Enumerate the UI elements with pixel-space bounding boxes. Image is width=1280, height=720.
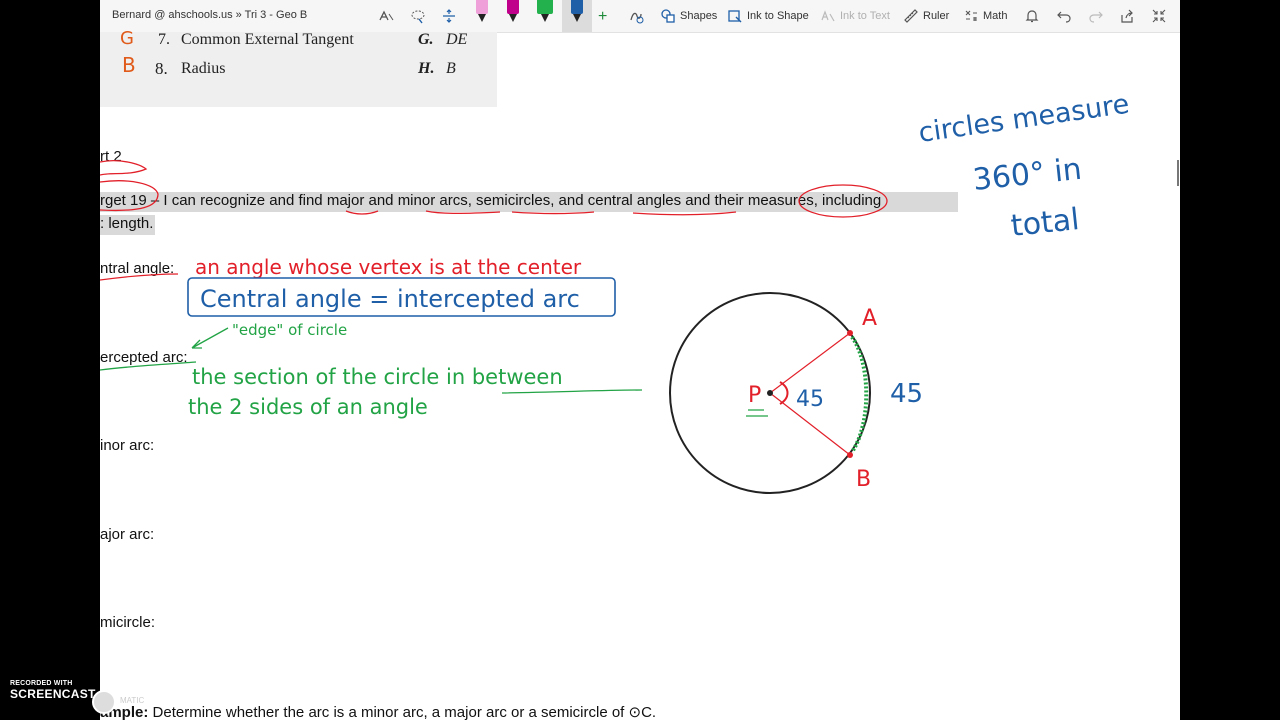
edge-arrow-ink xyxy=(191,327,229,349)
note-line1-ink: circles measure xyxy=(917,89,1131,149)
watermark-recorded-label: RECORDED WITH xyxy=(10,680,73,687)
label-p: P xyxy=(748,383,761,408)
example-line: ample: Determine whether the arc is a mi… xyxy=(100,703,656,720)
target-text-continued: : length. xyxy=(100,215,154,232)
redo-icon[interactable] xyxy=(1088,8,1104,24)
pen-blue[interactable] xyxy=(569,0,585,26)
bell-icon[interactable] xyxy=(1024,8,1040,24)
screencast-logo-icon xyxy=(92,690,116,714)
watermark-matic: MATIC xyxy=(120,696,145,705)
notebook-breadcrumb[interactable]: Bernard @ ahschools.us » Tri 3 - Geo B xyxy=(112,9,307,21)
ink-layer: an angle whose vertex is at the center C… xyxy=(100,89,1131,494)
math-label: Math xyxy=(983,10,1008,22)
question-8-term: Radius xyxy=(181,60,226,77)
intercepted-definition-line2-ink: the 2 sides of an angle xyxy=(188,395,428,419)
option-h-text: B xyxy=(446,60,456,77)
radius-pb xyxy=(769,392,851,456)
intercepted-arc-label: ercepted arc: xyxy=(100,349,188,366)
add-space-icon[interactable] xyxy=(441,8,457,24)
scanned-worksheet-image: G 7. Common External Tangent G. DE B 8. … xyxy=(100,28,497,107)
ink-to-shape-icon xyxy=(728,10,742,23)
ink-replay-icon[interactable] xyxy=(628,8,644,24)
undo-icon[interactable] xyxy=(1056,8,1072,24)
label-a: A xyxy=(862,306,877,331)
answer-7: G xyxy=(120,28,134,49)
in-between-underline-ink xyxy=(501,389,643,394)
pen-magenta[interactable] xyxy=(505,0,521,26)
math-button[interactable]: Math xyxy=(963,8,1007,24)
ruler-label: Ruler xyxy=(923,10,950,22)
arc-measure-ink: 45 xyxy=(890,379,923,409)
label-b: B xyxy=(856,467,871,492)
share-icon[interactable] xyxy=(1119,8,1135,24)
intercepted-arc-highlight-ink xyxy=(850,335,869,454)
target-line: rget 19 – I can recognize and find major… xyxy=(100,192,958,212)
center-point-p xyxy=(767,390,773,396)
collapse-icon[interactable] xyxy=(1151,8,1167,24)
target-text: – I can recognize and find major and min… xyxy=(146,192,882,209)
intercepted-definition-line1-ink: the section of the circle in between xyxy=(192,365,563,389)
formula-ink: Central angle = intercepted arc xyxy=(200,285,580,313)
note-line3-ink: total xyxy=(1009,202,1081,244)
note-line2-ink: 360° in xyxy=(971,152,1083,198)
ink-to-text-button[interactable]: Ink to Text xyxy=(820,8,890,24)
minor-arc-label: inor arc: xyxy=(100,437,155,454)
example-text: Determine whether the arc is a minor arc… xyxy=(148,704,657,720)
semicircle-label: micircle: xyxy=(100,614,155,631)
math-icon xyxy=(965,10,977,21)
vertical-scrollbar-thumb[interactable] xyxy=(1177,160,1179,186)
ink-to-shape-button[interactable]: Ink to Shape xyxy=(727,8,809,24)
formula-box-ink xyxy=(187,277,616,317)
target-prefix: rget 19 xyxy=(100,192,147,209)
question-7-number: 7. xyxy=(158,31,170,48)
point-b xyxy=(847,452,853,458)
edge-of-circle-ink: "edge" of circle xyxy=(232,321,347,339)
angle-arc-ink xyxy=(779,381,789,405)
add-pen-icon[interactable]: + xyxy=(598,8,607,26)
central-angles-underline-ink xyxy=(632,211,737,216)
circle-diagram xyxy=(669,292,871,494)
option-g-text: DE xyxy=(446,31,468,48)
onenote-window: Bernard @ ahschools.us » Tri 3 - Geo B +… xyxy=(100,0,1180,720)
lasso-select-icon[interactable] xyxy=(410,8,426,24)
shapes-button[interactable]: Shapes xyxy=(660,8,717,24)
central-angle-label: ntral angle: xyxy=(100,260,175,277)
question-8-number: 8. xyxy=(155,59,168,78)
shapes-icon xyxy=(661,9,675,23)
draw-toolbar: Bernard @ ahschools.us » Tri 3 - Geo B +… xyxy=(100,0,1180,33)
shapes-label: Shapes xyxy=(680,10,718,22)
page-canvas[interactable]: G 7. Common External Tangent G. DE B 8. … xyxy=(100,28,1180,720)
angle-measure-ink: 45 xyxy=(796,387,824,412)
semicircles-underline-ink xyxy=(511,211,595,215)
screencast-watermark: RECORDED WITH SCREENCAST MATIC xyxy=(10,680,144,714)
ruler-icon xyxy=(904,9,918,23)
option-g-letter: G. xyxy=(418,31,434,48)
central-angle-definition-ink: an angle whose vertex is at the center xyxy=(195,255,582,279)
point-a xyxy=(847,330,853,336)
ruler-button[interactable]: Ruler xyxy=(903,8,949,24)
watermark-brand: SCREENCAST xyxy=(10,687,96,701)
question-7-term: Common External Tangent xyxy=(181,31,354,48)
major-arc-label: ajor arc: xyxy=(100,526,155,543)
p-double-underline-ink xyxy=(746,409,768,417)
target-line-2: : length. xyxy=(100,215,156,235)
ink-to-text-icon xyxy=(821,10,835,22)
highlighter-green[interactable] xyxy=(537,0,553,26)
option-h-letter: H. xyxy=(418,60,435,77)
pen-pink[interactable] xyxy=(474,0,490,26)
ink-to-shape-label: Ink to Shape xyxy=(747,10,809,22)
ink-to-text-label: Ink to Text xyxy=(840,10,890,22)
radius-pa xyxy=(769,332,851,394)
answer-8: B xyxy=(122,53,136,77)
part-heading: rt 2 xyxy=(100,148,122,165)
lasso-text-icon[interactable] xyxy=(378,8,394,24)
